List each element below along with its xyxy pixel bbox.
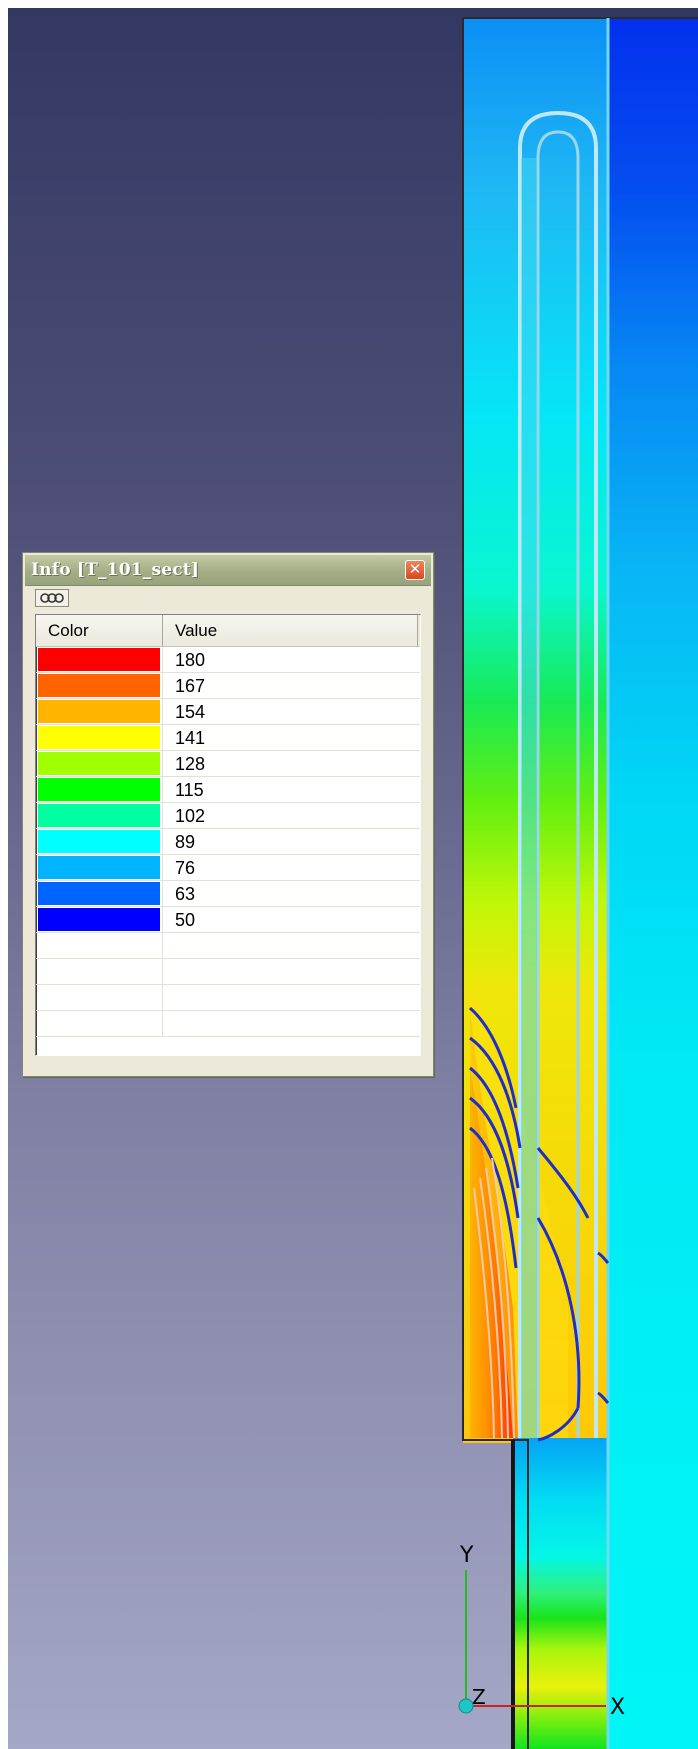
color-cell xyxy=(36,1011,163,1036)
color-swatch xyxy=(38,778,160,801)
info-window[interactable]: Info [T_101_sect] ✕ Color Value 180 167 15… xyxy=(22,552,434,1077)
table-header: Color Value xyxy=(36,615,420,647)
empty-table-row xyxy=(36,985,420,1011)
column-header-color[interactable]: Color xyxy=(36,615,163,646)
table-row[interactable]: 180 xyxy=(36,647,420,673)
color-cell xyxy=(36,803,163,828)
color-swatch xyxy=(38,882,160,905)
table-row[interactable]: 115 xyxy=(36,777,420,803)
table-body: 180 167 154 141 128 115 102 89 76 63 50 xyxy=(36,647,420,1037)
table-row[interactable]: 63 xyxy=(36,881,420,907)
color-swatch xyxy=(38,752,160,775)
color-swatch xyxy=(38,908,160,931)
color-value-table: Color Value 180 167 154 141 128 115 102 89 76 63 5… xyxy=(35,614,421,1056)
value-cell: 167 xyxy=(175,676,206,696)
column-header-value[interactable]: Value xyxy=(163,615,418,646)
color-cell xyxy=(36,699,163,724)
empty-table-row xyxy=(36,933,420,959)
color-cell xyxy=(36,985,163,1010)
z-axis-label: Z xyxy=(472,1685,486,1709)
color-cell xyxy=(36,881,163,906)
value-cell: 102 xyxy=(175,806,206,826)
color-swatch xyxy=(38,648,160,671)
color-swatch xyxy=(38,674,160,697)
color-cell xyxy=(36,907,163,932)
info-window-title: Info [T_101_sect] xyxy=(31,560,200,580)
value-cell xyxy=(163,933,418,958)
value-cell: 180 xyxy=(175,650,206,670)
color-cell xyxy=(36,829,163,854)
value-cell xyxy=(163,985,418,1010)
value-cell xyxy=(163,959,418,984)
color-swatch xyxy=(38,856,160,879)
value-cell: 63 xyxy=(175,884,196,904)
value-cell: 141 xyxy=(175,728,206,748)
color-cell xyxy=(36,777,163,802)
table-row[interactable]: 141 xyxy=(36,725,420,751)
table-row[interactable]: 167 xyxy=(36,673,420,699)
axis-triad: Y X Z xyxy=(458,1543,625,1720)
link-button[interactable] xyxy=(35,589,69,607)
info-window-titlebar[interactable]: Info [T_101_sect] ✕ xyxy=(25,555,431,586)
table-row[interactable]: 76 xyxy=(36,855,420,881)
chain-link-icon xyxy=(40,593,64,603)
z-axis-origin xyxy=(458,1698,474,1714)
empty-table-row xyxy=(36,1011,420,1037)
value-cell: 115 xyxy=(175,780,204,800)
vessel-right-column xyxy=(608,18,698,1749)
color-cell xyxy=(36,751,163,776)
color-swatch xyxy=(38,804,160,827)
color-cell xyxy=(36,725,163,750)
close-icon: ✕ xyxy=(408,560,422,578)
color-swatch xyxy=(38,726,160,749)
table-row[interactable]: 50 xyxy=(36,907,420,933)
color-swatch xyxy=(38,700,160,723)
table-row[interactable]: 102 xyxy=(36,803,420,829)
info-toolbar xyxy=(25,587,431,611)
value-cell: 128 xyxy=(175,754,206,774)
close-button[interactable]: ✕ xyxy=(405,560,425,580)
tube-core xyxy=(521,158,537,1438)
y-axis-label: Y xyxy=(459,1543,474,1568)
color-cell xyxy=(36,855,163,880)
table-row[interactable]: 154 xyxy=(36,699,420,725)
value-cell: 154 xyxy=(175,702,206,722)
color-swatch xyxy=(38,830,160,853)
value-cell: 76 xyxy=(175,858,196,878)
x-axis-label: X xyxy=(610,1695,625,1720)
value-cell xyxy=(163,1011,418,1036)
color-cell xyxy=(36,673,163,698)
color-cell xyxy=(36,959,163,984)
color-cell xyxy=(36,647,163,672)
empty-table-row xyxy=(36,959,420,985)
value-cell: 50 xyxy=(175,910,196,930)
color-cell xyxy=(36,933,163,958)
table-row[interactable]: 128 xyxy=(36,751,420,777)
table-row[interactable]: 89 xyxy=(36,829,420,855)
value-cell: 89 xyxy=(175,832,196,852)
